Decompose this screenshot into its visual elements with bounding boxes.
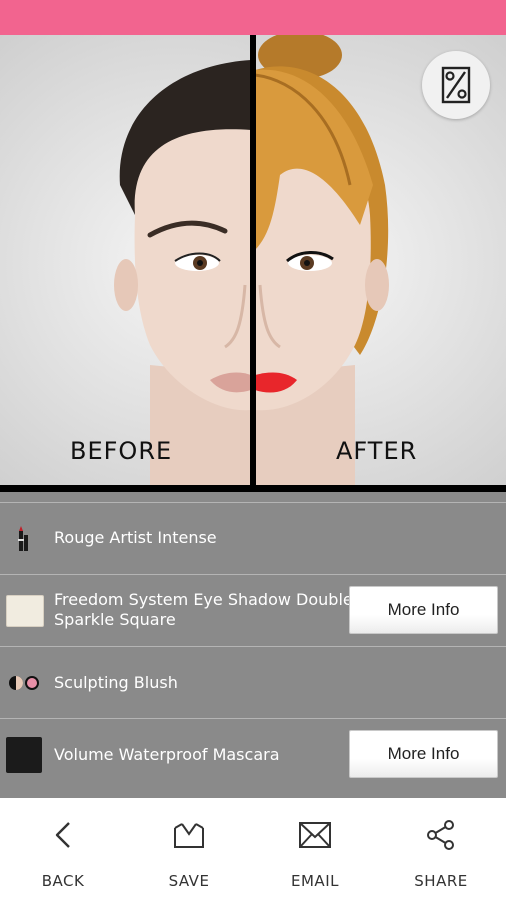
mascara-icon	[6, 737, 42, 773]
product-row-rouge[interactable]: Rouge Artist Intense	[0, 502, 506, 572]
save-button[interactable]: SAVE	[126, 798, 252, 900]
before-face-illustration	[114, 60, 251, 492]
back-arrow-icon	[55, 822, 70, 848]
envelope-icon	[299, 822, 331, 848]
email-label: EMAIL	[291, 872, 339, 890]
product-name: Volume Waterproof Mascara	[54, 745, 280, 764]
more-info-button[interactable]: More Info	[349, 730, 498, 778]
product-name: Sculpting Blush	[54, 673, 178, 692]
save-tray-icon	[174, 823, 204, 848]
product-list: Rouge Artist Intense Freedom System Eye …	[0, 492, 506, 798]
email-button[interactable]: EMAIL	[252, 798, 378, 900]
share-icon	[427, 820, 454, 850]
compare-toggle-icon	[441, 66, 471, 104]
product-row-eyeshadow[interactable]: Freedom System Eye Shadow Double Sparkle…	[0, 574, 506, 644]
compare-toggle-button[interactable]	[422, 51, 490, 119]
before-after-preview[interactable]: BEFORE AFTER	[0, 35, 506, 492]
product-name-line2: Sparkle Square	[54, 610, 176, 629]
before-label: BEFORE	[70, 437, 173, 465]
back-button[interactable]: BACK	[0, 798, 126, 900]
before-photo: BEFORE	[0, 35, 251, 492]
save-label: SAVE	[168, 872, 210, 890]
product-row-blush[interactable]: Sculpting Blush	[0, 646, 506, 716]
share-label: SHARE	[414, 872, 468, 890]
eyeshadow-swatch-icon	[6, 595, 44, 627]
compare-divider-handle[interactable]	[250, 35, 256, 492]
back-label: BACK	[41, 872, 85, 890]
product-name: Rouge Artist Intense	[54, 528, 217, 547]
lipstick-icon	[18, 526, 28, 551]
after-label: AFTER	[336, 437, 418, 465]
more-info-button[interactable]: More Info	[349, 586, 498, 634]
product-row-mascara[interactable]: Volume Waterproof Mascara More Info	[0, 718, 506, 788]
bottom-nav: BACK SAVE EMAIL SHARE	[0, 798, 506, 900]
share-button[interactable]: SHARE	[378, 798, 504, 900]
blush-duo-icon	[9, 676, 39, 690]
product-name-line1: Freedom System Eye Shadow Double	[54, 590, 353, 609]
top-accent-bar	[0, 0, 506, 35]
preview-bottom-border	[0, 485, 506, 492]
